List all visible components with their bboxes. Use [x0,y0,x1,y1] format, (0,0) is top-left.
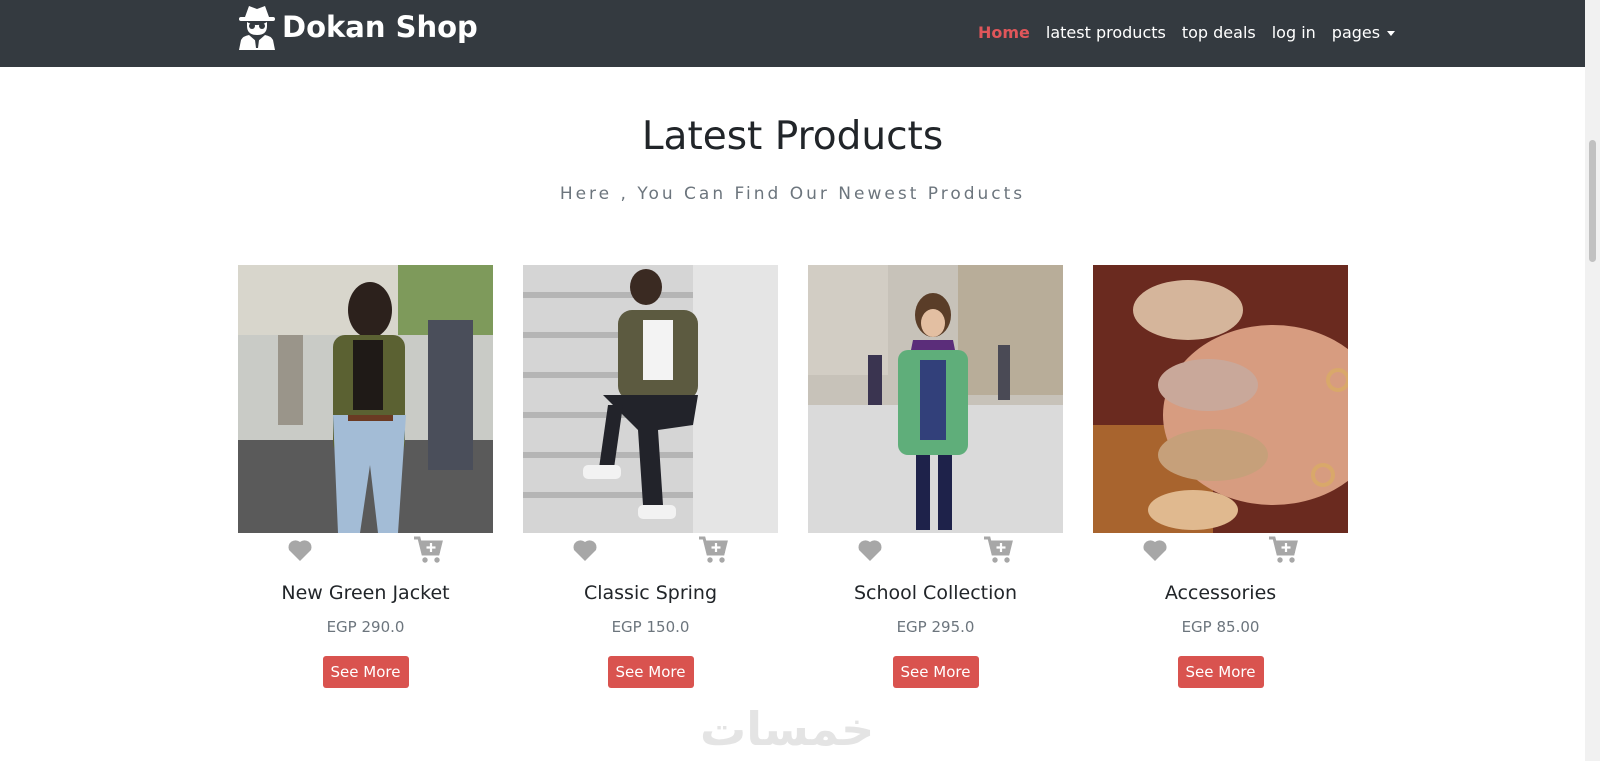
section-title: Latest Products [641,114,944,159]
cart-plus-icon[interactable] [983,536,1013,564]
see-more-button[interactable]: See More [892,656,979,688]
card-actions [238,533,493,571]
card-actions [808,533,1063,571]
spy-icon [239,6,275,50]
cart-plus-icon[interactable] [413,536,443,564]
nav-home[interactable]: Home [978,23,1030,42]
card-actions [1093,533,1348,571]
main-nav: Home latest products top deals log in pa… [978,19,1411,45]
see-more-button[interactable]: See More [1177,656,1264,688]
cart-plus-icon[interactable] [1268,536,1298,564]
nav-latest-products[interactable]: latest products [1046,23,1166,42]
product-name: New Green Jacket [281,582,450,604]
product-card: Accessories EGP 85.00 See More [1093,265,1348,695]
product-price: EGP 290.0 [326,618,405,636]
product-price: EGP 150.0 [611,618,690,636]
product-name: Accessories [1164,582,1277,604]
product-price: EGP 85.00 [1181,618,1260,636]
product-name: Classic Spring [583,582,718,604]
see-more-button[interactable]: See More [607,656,694,688]
heart-icon[interactable] [286,538,314,562]
product-card: Classic Spring EGP 150.0 See More [523,265,778,695]
brand-link[interactable]: Dokan Shop [237,4,478,50]
product-card: School Collection EGP 295.0 See More [808,265,1063,695]
page-scrollbar[interactable] [1585,0,1600,761]
card-actions [523,533,778,571]
heart-icon[interactable] [1141,538,1169,562]
heart-icon[interactable] [856,538,884,562]
brand-name: Dokan Shop [282,10,478,44]
product-card: New Green Jacket EGP 290.0 See More [238,265,493,695]
product-price: EGP 295.0 [896,618,975,636]
see-more-button[interactable]: See More [322,656,409,688]
top-navbar: Dokan Shop Home latest products top deal… [0,0,1585,67]
watermark-logo: خمسات [700,702,875,756]
nav-top-deals[interactable]: top deals [1182,23,1256,42]
caret-down-icon [1387,30,1396,36]
cart-plus-icon[interactable] [698,536,728,564]
nav-pages-label: pages [1331,22,1381,42]
scrollbar-thumb[interactable] [1589,140,1596,262]
nav-pages-dropdown[interactable]: pages [1331,22,1396,42]
product-image[interactable] [808,265,1063,533]
product-image[interactable] [238,265,493,533]
product-image[interactable] [523,265,778,533]
section-subtitle: Here , You Can Find Our Newest Products [559,184,1026,204]
heart-icon[interactable] [571,538,599,562]
product-image[interactable] [1093,265,1348,533]
nav-log-in[interactable]: log in [1272,23,1316,42]
product-name: School Collection [853,582,1018,604]
